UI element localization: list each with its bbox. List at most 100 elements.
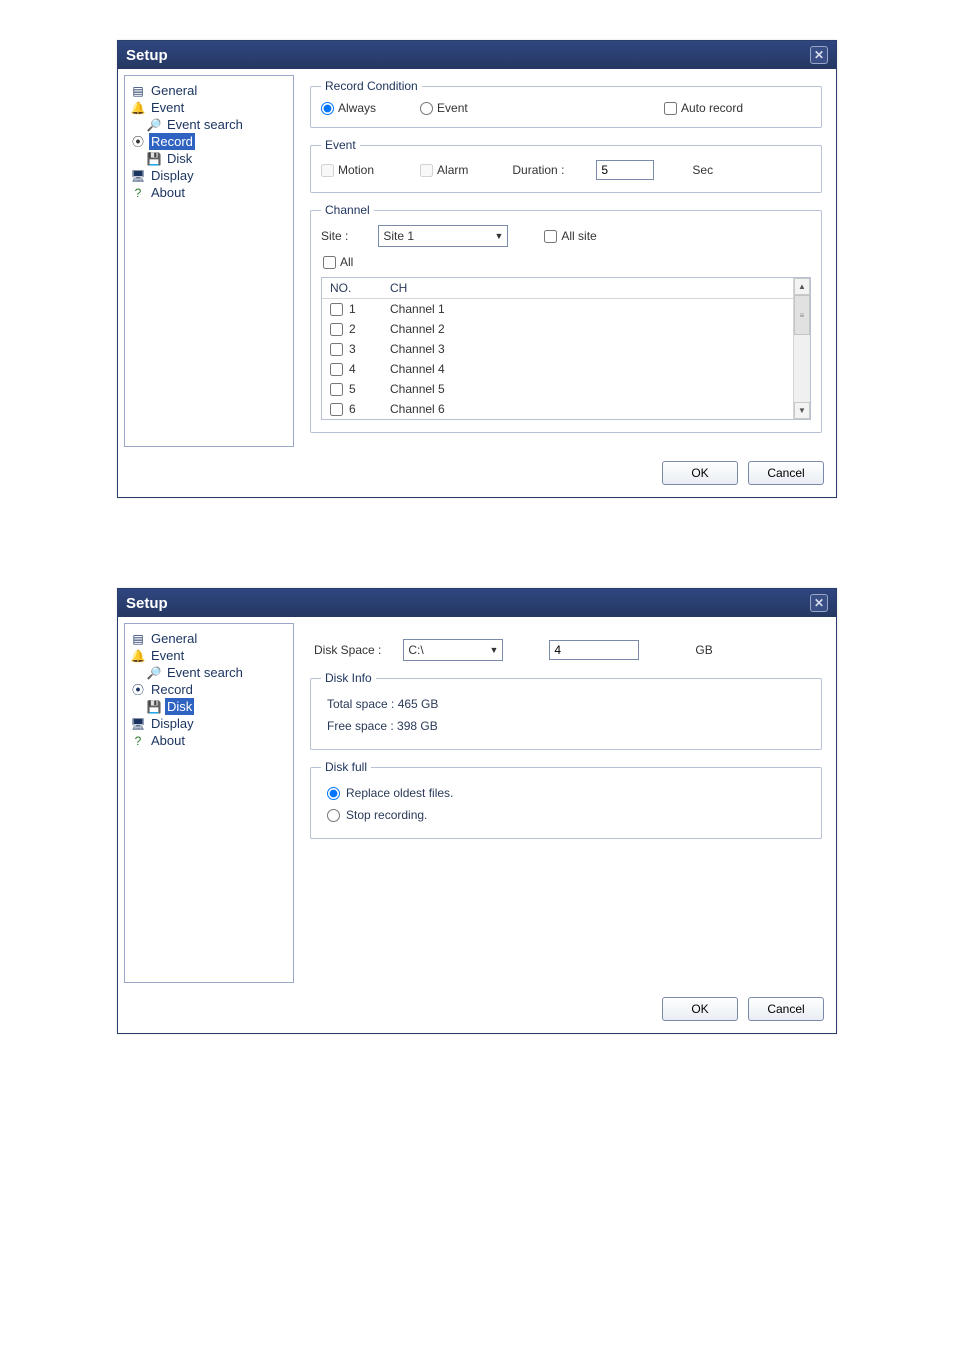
- scroll-down-button[interactable]: ▼: [794, 402, 810, 419]
- general-icon: ▤: [131, 84, 145, 98]
- checkbox-label: All: [340, 255, 353, 269]
- channel-row[interactable]: 3 Channel 3: [322, 339, 793, 359]
- radio-replace-oldest[interactable]: Replace oldest files.: [327, 786, 805, 800]
- close-button[interactable]: ✕: [810, 46, 828, 64]
- tree-item-event[interactable]: 🔔 Event: [129, 647, 289, 664]
- tree-item-display[interactable]: 🖥 Display: [129, 167, 289, 184]
- tree-item-event[interactable]: 🔔 Event: [129, 99, 289, 116]
- display-icon: 🖥: [131, 717, 145, 731]
- tree-item-event-search[interactable]: 🔎 Event search: [129, 116, 289, 133]
- checkbox-alarm-input[interactable]: [420, 164, 433, 177]
- checkbox-label: All site: [561, 229, 596, 243]
- channel-no: 2: [349, 322, 356, 336]
- scroll-thumb[interactable]: ≡: [794, 295, 810, 335]
- radio-event-input[interactable]: [420, 102, 433, 115]
- radio-always-input[interactable]: [321, 102, 334, 115]
- scroll-up-button[interactable]: ▲: [794, 278, 810, 295]
- channel-checkbox[interactable]: [330, 303, 343, 316]
- channel-checkbox[interactable]: [330, 363, 343, 376]
- checkbox-all-site-input[interactable]: [544, 230, 557, 243]
- tree-label: About: [151, 185, 185, 200]
- channel-row[interactable]: 2 Channel 2: [322, 319, 793, 339]
- content-panel: Disk Space : C:\ ▼ GB Disk Info Total sp…: [302, 623, 830, 983]
- channel-no: 3: [349, 342, 356, 356]
- cancel-button[interactable]: Cancel: [748, 461, 824, 485]
- tree-label: Disk: [167, 699, 192, 714]
- site-label: Site :: [321, 229, 348, 243]
- checkbox-alarm[interactable]: Alarm: [420, 163, 468, 177]
- site-select[interactable]: Site 1 ▼: [378, 225, 508, 247]
- disk-icon: 💾: [147, 152, 161, 166]
- radio-event[interactable]: Event: [420, 101, 468, 115]
- tree-item-record[interactable]: Record: [149, 133, 195, 150]
- tree-label: General: [151, 83, 197, 98]
- checkbox-auto-record[interactable]: Auto record: [664, 101, 743, 115]
- radio-stop-input[interactable]: [327, 809, 340, 822]
- channel-checkbox[interactable]: [330, 383, 343, 396]
- drive-select[interactable]: C:\ ▼: [403, 639, 503, 661]
- header-ch: CH: [390, 281, 785, 295]
- channel-row[interactable]: 6 Channel 6: [322, 399, 793, 419]
- checkbox-label: Motion: [338, 163, 374, 177]
- channel-row[interactable]: 5 Channel 5: [322, 379, 793, 399]
- duration-unit: Sec: [692, 163, 713, 177]
- channel-name: Channel 6: [390, 402, 785, 416]
- record-icon: ⦿: [131, 683, 145, 697]
- channel-row[interactable]: 4 Channel 4: [322, 359, 793, 379]
- close-button[interactable]: ✕: [810, 594, 828, 612]
- record-icon: ⦿: [131, 135, 145, 149]
- checkbox-motion-input[interactable]: [321, 164, 334, 177]
- ok-button[interactable]: OK: [662, 461, 738, 485]
- about-icon: ?: [131, 734, 145, 748]
- radio-always[interactable]: Always: [321, 101, 376, 115]
- checkbox-auto-record-input[interactable]: [664, 102, 677, 115]
- chevron-down-icon: ▼: [489, 645, 498, 655]
- checkbox-label: Auto record: [681, 101, 743, 115]
- disk-space-unit: GB: [695, 643, 712, 657]
- channel-row[interactable]: 1 Channel 1: [322, 299, 793, 319]
- tree-label: Record: [151, 682, 193, 697]
- scrollbar[interactable]: ▲ ≡ ▼: [793, 278, 810, 419]
- tree-item-general[interactable]: ▤ General: [129, 630, 289, 647]
- tree-label: Event: [151, 648, 184, 663]
- ok-button[interactable]: OK: [662, 997, 738, 1021]
- scroll-track[interactable]: ≡: [794, 295, 810, 402]
- tree-label: About: [151, 733, 185, 748]
- tree-label: Display: [151, 168, 194, 183]
- group-legend: Record Condition: [321, 79, 422, 93]
- radio-label: Event: [437, 101, 468, 115]
- event-icon: 🔔: [131, 649, 145, 663]
- radio-stop-recording[interactable]: Stop recording.: [327, 808, 805, 822]
- checkbox-motion[interactable]: Motion: [321, 163, 374, 177]
- checkbox-all-input[interactable]: [323, 256, 336, 269]
- checkbox-all-site[interactable]: All site: [544, 229, 596, 243]
- tree-label: General: [151, 631, 197, 646]
- channel-checkbox[interactable]: [330, 403, 343, 416]
- group-legend: Disk Info: [321, 671, 376, 685]
- nav-tree: ▤ General 🔔 Event 🔎 Event search ⦿ Recor…: [124, 623, 294, 983]
- checkbox-all[interactable]: All: [323, 255, 353, 269]
- tree-item-event-search[interactable]: 🔎 Event search: [129, 664, 289, 681]
- channel-checkbox[interactable]: [330, 343, 343, 356]
- disk-space-input[interactable]: [549, 640, 639, 660]
- cancel-button[interactable]: Cancel: [748, 997, 824, 1021]
- group-legend: Channel: [321, 203, 374, 217]
- drive-value: C:\: [408, 643, 423, 657]
- tree-item-display[interactable]: 🖥 Display: [129, 715, 289, 732]
- tree-item-record[interactable]: ⦿ Record: [129, 681, 289, 698]
- tree-item-disk[interactable]: Disk: [165, 698, 194, 715]
- event-icon: 🔔: [131, 101, 145, 115]
- radio-replace-input[interactable]: [327, 787, 340, 800]
- tree-item-about[interactable]: ? About: [129, 184, 289, 201]
- free-space: Free space : 398 GB: [321, 715, 811, 737]
- button-bar: OK Cancel: [118, 989, 836, 1033]
- group-legend: Event: [321, 138, 360, 152]
- channel-no: 1: [349, 302, 356, 316]
- tree-item-about[interactable]: ? About: [129, 732, 289, 749]
- channel-checkbox[interactable]: [330, 323, 343, 336]
- tree-item-general[interactable]: ▤ General: [129, 82, 289, 99]
- tree-item-disk[interactable]: 💾 Disk: [129, 150, 289, 167]
- duration-input[interactable]: [596, 160, 654, 180]
- site-value: Site 1: [383, 229, 414, 243]
- close-icon: ✕: [814, 49, 824, 61]
